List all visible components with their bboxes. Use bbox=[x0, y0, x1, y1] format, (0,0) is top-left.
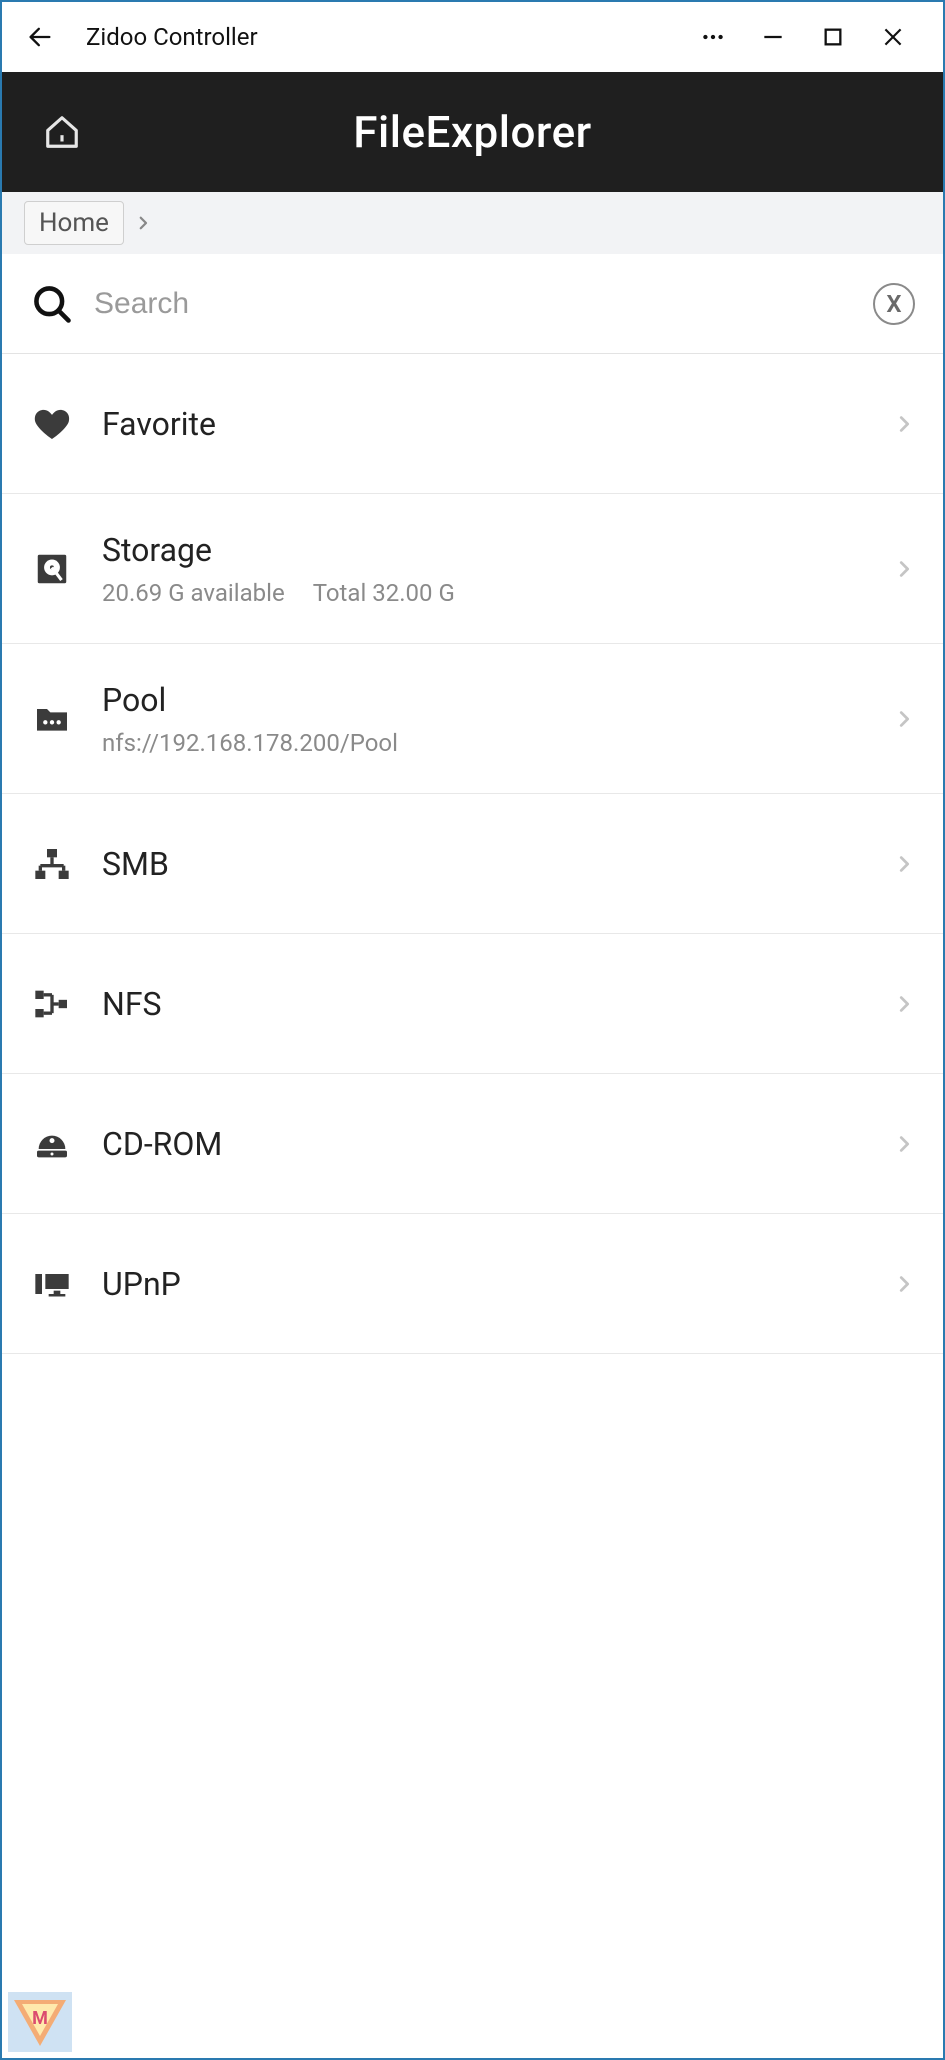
storage-available: 20.69 G available bbox=[102, 579, 285, 607]
network-folder-icon bbox=[30, 699, 74, 739]
window-title: Zidoo Controller bbox=[86, 23, 258, 51]
list-item-cdrom[interactable]: CD-ROM bbox=[2, 1074, 943, 1214]
disc-drive-icon bbox=[30, 1124, 74, 1164]
item-label: Favorite bbox=[102, 405, 865, 443]
titlebar: Zidoo Controller bbox=[2, 2, 943, 72]
list-item-nfs[interactable]: NFS bbox=[2, 934, 943, 1074]
chevron-right-icon bbox=[893, 558, 915, 580]
appbar: FileExplorer bbox=[2, 72, 943, 192]
search-bar: X bbox=[2, 254, 943, 354]
list-item-storage[interactable]: Storage 20.69 G available Total 32.00 G bbox=[2, 494, 943, 644]
item-label: Storage bbox=[102, 531, 865, 569]
heart-icon bbox=[30, 404, 74, 444]
search-input[interactable] bbox=[94, 287, 853, 321]
list-item-upnp[interactable]: UPnP bbox=[2, 1214, 943, 1354]
list-item-pool[interactable]: Pool nfs://192.168.178.200/Pool bbox=[2, 644, 943, 794]
item-label: CD-ROM bbox=[102, 1125, 865, 1163]
list-item-favorite[interactable]: Favorite bbox=[2, 354, 943, 494]
back-button[interactable] bbox=[22, 23, 58, 51]
breadcrumb: Home bbox=[2, 192, 943, 254]
item-label: SMB bbox=[102, 845, 865, 883]
list-item-smb[interactable]: SMB bbox=[2, 794, 943, 934]
upnp-icon bbox=[30, 1264, 74, 1304]
file-source-list: Favorite Storage 20.69 G available Total… bbox=[2, 354, 943, 2058]
search-icon bbox=[30, 282, 74, 326]
chevron-right-icon bbox=[893, 413, 915, 435]
app-window: Zidoo Controller FileExplorer Home bbox=[0, 0, 945, 2060]
clear-search-button[interactable]: X bbox=[873, 283, 915, 325]
item-label: Pool bbox=[102, 681, 865, 719]
close-button[interactable] bbox=[863, 17, 923, 57]
breadcrumb-home[interactable]: Home bbox=[24, 201, 124, 245]
tree-icon bbox=[30, 984, 74, 1024]
chevron-right-icon bbox=[893, 708, 915, 730]
more-button[interactable] bbox=[683, 17, 743, 57]
hdd-icon bbox=[30, 550, 74, 588]
x-icon: X bbox=[886, 290, 901, 318]
item-label: NFS bbox=[102, 985, 865, 1023]
minimize-button[interactable] bbox=[743, 17, 803, 57]
chevron-right-icon bbox=[893, 853, 915, 875]
item-label: UPnP bbox=[102, 1265, 865, 1303]
svg-text:M: M bbox=[32, 2008, 48, 2029]
chevron-right-icon bbox=[893, 993, 915, 1015]
chevron-right-icon bbox=[134, 214, 152, 232]
app-title: FileExplorer bbox=[42, 106, 903, 158]
network-icon bbox=[30, 844, 74, 884]
chevron-right-icon bbox=[893, 1273, 915, 1295]
chevron-right-icon bbox=[893, 1133, 915, 1155]
storage-total: Total 32.00 G bbox=[313, 579, 455, 607]
maximize-button[interactable] bbox=[803, 17, 863, 57]
pool-path: nfs://192.168.178.200/Pool bbox=[102, 729, 398, 757]
watermark-badge: M bbox=[8, 1992, 72, 2052]
